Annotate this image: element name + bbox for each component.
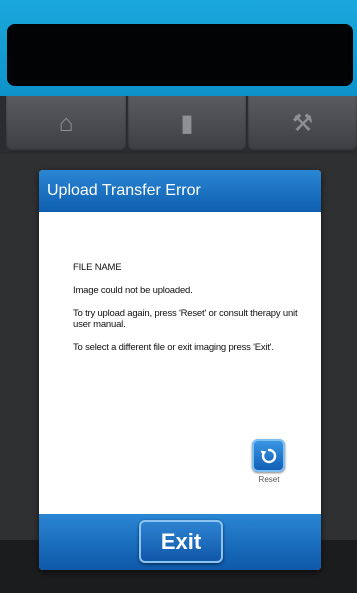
tab-bar: ⌂ ▮ ⚒ bbox=[0, 96, 357, 154]
tab-home[interactable]: ⌂ bbox=[6, 96, 126, 152]
tools-icon: ⚒ bbox=[291, 110, 314, 137]
dialog-header: Upload Transfer Error bbox=[39, 170, 321, 212]
top-status-bar bbox=[0, 0, 357, 96]
tab-document[interactable]: ▮ bbox=[128, 96, 246, 152]
exit-button[interactable]: Exit bbox=[139, 520, 223, 563]
display-panel bbox=[7, 24, 353, 86]
reset-label: Reset bbox=[258, 475, 280, 484]
tab-tools[interactable]: ⚒ bbox=[248, 96, 357, 152]
home-icon: ⌂ bbox=[58, 110, 74, 137]
upload-error-dialog: Upload Transfer Error FILE NAME Image co… bbox=[39, 170, 321, 570]
retry-instructions: To try upload again, press 'Reset' or co… bbox=[73, 308, 298, 330]
file-name-label: FILE NAME bbox=[73, 262, 122, 273]
dialog-footer: Exit bbox=[39, 514, 321, 570]
dialog-body: FILE NAME Image could not be uploaded. T… bbox=[73, 262, 313, 365]
device-screen: ⌂ ▮ ⚒ Upload Transfer Error FILE NAME Im… bbox=[0, 0, 357, 593]
exit-instructions: To select a different file or exit imagi… bbox=[73, 342, 274, 353]
reset-icon bbox=[260, 448, 276, 463]
dialog-title: Upload Transfer Error bbox=[47, 182, 201, 199]
document-icon: ▮ bbox=[180, 110, 194, 137]
reset-button[interactable] bbox=[252, 439, 285, 472]
error-message: Image could not be uploaded. bbox=[73, 285, 193, 296]
